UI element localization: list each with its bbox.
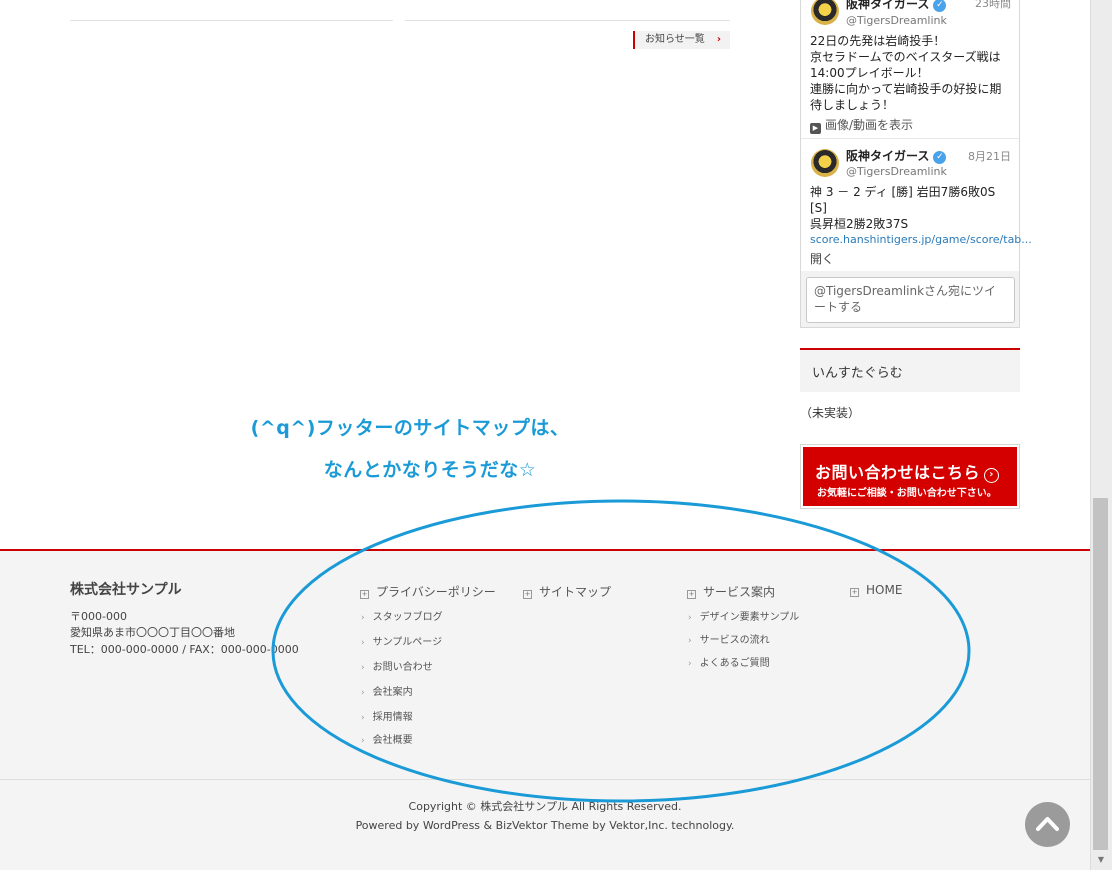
tweet-handle[interactable]: @TigersDreamlink (846, 165, 947, 178)
widget-title: いんすたぐらむ (800, 348, 1020, 392)
footer-link[interactable]: › 採用情報 (361, 708, 413, 723)
copyright: Copyright © 株式会社サンプル All Rights Reserved… (408, 800, 682, 813)
tweet-author[interactable]: 阪神タイガース ✓ (846, 0, 947, 12)
chevron-right-icon: › (361, 736, 365, 746)
chevron-right-icon: › (688, 636, 692, 646)
news-list-link[interactable]: お知らせ一覧 › (633, 31, 730, 49)
plus-box-icon: + (360, 590, 369, 599)
plus-box-icon: + (523, 590, 532, 599)
chevron-right-icon: › (361, 663, 365, 673)
verified-icon: ✓ (933, 151, 947, 164)
chevron-right-icon: › (688, 613, 692, 623)
footer-category-privacy[interactable]: + プライバシーポリシー (360, 583, 496, 600)
chevron-right-icon: › (361, 638, 365, 648)
widget-note: （未実装） (800, 406, 861, 420)
footer-category-sitemap[interactable]: + サイトマップ (523, 583, 611, 600)
plus-box-icon: + (850, 588, 859, 597)
footer-link[interactable]: › デザイン要素サンプル (688, 608, 799, 623)
tweet-time[interactable]: 23時間 (975, 0, 1011, 11)
tweet-text: 神 3 － 2 ディ [勝] 岩田7勝6敗0S [S] 呉昇桓2勝2敗37S (810, 185, 996, 231)
tweet-link[interactable]: score.hanshintigers.jp/game/score/tab... (810, 233, 1032, 246)
footer-category-services[interactable]: + サービス案内 (687, 583, 775, 600)
powered-by: Powered by WordPress & BizVektor Theme b… (355, 819, 735, 832)
twitter-timeline: 阪神タイガース ✓ @TigersDreamlink 23時間 22日の先発は岩崎… (800, 0, 1032, 328)
plus-box-icon: + (687, 590, 696, 599)
open-link[interactable]: 開く (810, 250, 834, 267)
footer-link[interactable]: › サンプルページ (361, 633, 442, 648)
tweet[interactable]: 阪神タイガース ✓ @TigersDreamlink 23時間 22日の先発は岩崎… (801, 0, 1019, 139)
chevron-right-icon: › (361, 613, 365, 623)
footer-divider (0, 779, 1090, 780)
postal-code: 〒000-000 (70, 610, 127, 623)
tel-fax: TEL：000-000-0000 / FAX：000-000-0000 (70, 643, 299, 656)
contact-label: お問い合わせはこちら › (815, 459, 1000, 483)
tweet-time[interactable]: 8月21日 (968, 148, 1011, 164)
annotation-line-2: なんとかなりそうだな☆ (323, 459, 537, 481)
tweet-text: 22日の先発は岩崎投手！ 京セラドームでのベイスターズ戦は 14:00プレイボー… (810, 34, 1002, 112)
contact-banner[interactable]: お問い合わせはこちら › お気軽にご相談・お問い合わせ下さい。 (800, 444, 1020, 509)
page: お知らせ一覧 › (^q^)フッターのサイトマップは、 なんとかなりそうだな☆ … (0, 0, 1112, 870)
company-name: 株式会社サンプル (70, 582, 182, 598)
tweet-handle[interactable]: @TigersDreamlink (846, 14, 947, 27)
footer: 株式会社サンプル 〒000-000 愛知県あま市〇〇〇丁目〇〇番地 TEL：00… (0, 549, 1090, 870)
chevron-right-icon: › (361, 713, 365, 723)
chevron-up-icon (1036, 817, 1059, 831)
tweet-author[interactable]: 阪神タイガース ✓ (846, 147, 947, 164)
avatar[interactable] (811, 0, 839, 25)
arrow-circle-icon: › (984, 468, 1000, 483)
divider-right (405, 20, 730, 21)
footer-link[interactable]: › サービスの流れ (688, 631, 770, 646)
footer-link[interactable]: › よくあるご質問 (688, 654, 770, 669)
chevron-right-icon: › (716, 34, 721, 45)
verified-icon: ✓ (933, 0, 947, 12)
chevron-right-icon: › (361, 688, 365, 698)
back-to-top-button[interactable] (1025, 802, 1070, 847)
news-list-label: お知らせ一覧 (645, 34, 705, 45)
tweet-compose-box[interactable]: @TigersDreamlinkさん宛にツイートする (806, 277, 1015, 323)
tweet-compose-area: @TigersDreamlinkさん宛にツイートする (801, 271, 1019, 327)
show-media-link[interactable]: ▶ 画像/動画を表示 (810, 116, 913, 134)
footer-link[interactable]: › 会社案内 (361, 683, 413, 698)
footer-link[interactable]: › 会社概要 (361, 731, 413, 746)
tweet[interactable]: 阪神タイガース ✓ @TigersDreamlink 8月21日 神 3 － 2 … (801, 139, 1032, 271)
footer-link[interactable]: › スタッフブログ (361, 608, 443, 623)
scroll-down-icon[interactable]: ▼ (1095, 855, 1107, 867)
divider-left (70, 20, 393, 21)
avatar[interactable] (811, 149, 839, 177)
footer-category-home[interactable]: + HOME (850, 583, 902, 597)
scrollbar-thumb[interactable] (1093, 498, 1108, 850)
address: 愛知県あま市〇〇〇丁目〇〇番地 (70, 626, 235, 639)
play-icon: ▶ (810, 123, 821, 134)
footer-link[interactable]: › お問い合わせ (361, 658, 433, 673)
annotation-line-1: (^q^)フッターのサイトマップは、 (250, 417, 570, 439)
chevron-right-icon: › (688, 659, 692, 669)
contact-sub-label: お気軽にご相談・お問い合わせ下さい。 (817, 488, 997, 499)
contact-button[interactable]: お問い合わせはこちら › お気軽にご相談・お問い合わせ下さい。 (803, 447, 1017, 506)
